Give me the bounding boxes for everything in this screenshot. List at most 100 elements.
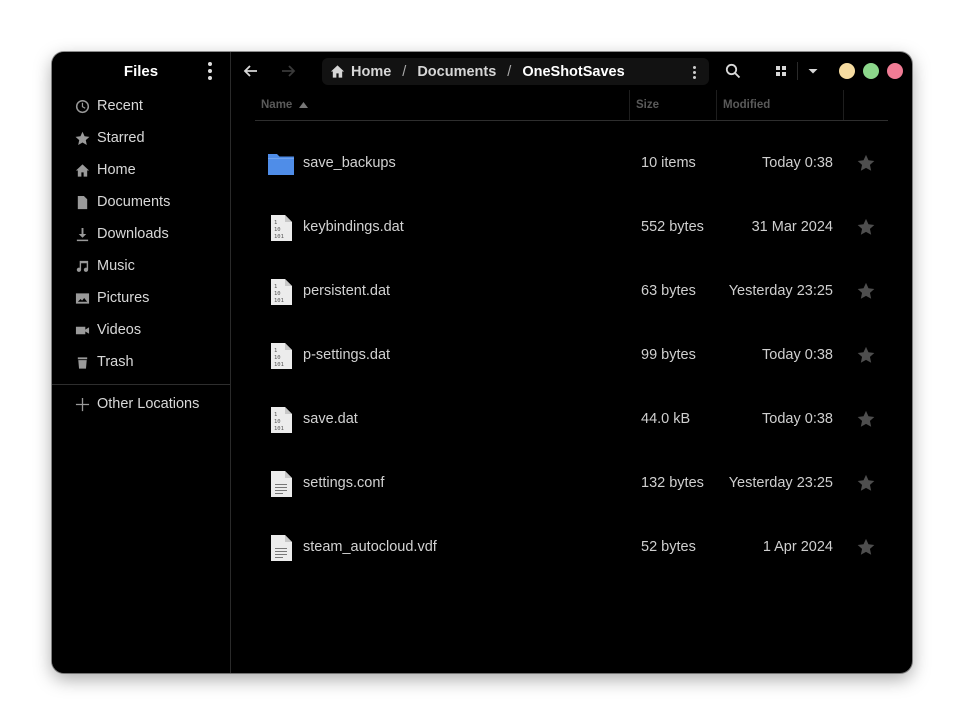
picture-icon: [74, 290, 90, 306]
svg-text:10: 10: [274, 355, 281, 361]
search-icon: [725, 63, 741, 79]
file-row[interactable]: steam_autocloud.vdf 52 bytes 1 Apr 2024: [255, 516, 888, 580]
star-toggle-button[interactable]: [857, 538, 875, 556]
svg-text:10: 10: [274, 419, 281, 425]
document-icon: [74, 194, 90, 210]
search-button[interactable]: [721, 60, 745, 82]
sidebar-item-pictures[interactable]: Pictures: [52, 282, 230, 314]
star-icon: [857, 410, 875, 427]
svg-text:1: 1: [274, 348, 277, 354]
star-toggle-button[interactable]: [857, 410, 875, 428]
svg-text:101: 101: [274, 362, 284, 368]
binary-file-icon: 1 10 101: [271, 343, 292, 369]
sidebar-item-music[interactable]: Music: [52, 250, 230, 282]
view-toggle-button[interactable]: [769, 60, 793, 82]
view-options-button[interactable]: [801, 60, 825, 82]
breadcrumb-current-folder[interactable]: OneShotSaves: [522, 64, 624, 80]
file-row[interactable]: 1 10 101 keybindings.dat 552 bytes 31 Mar…: [255, 196, 888, 260]
arrow-left-icon: [243, 65, 257, 77]
breadcrumb-home[interactable]: Home: [322, 64, 391, 80]
breadcrumb: Home / Documents / OneShotSaves: [322, 58, 709, 85]
column-header-name[interactable]: Name: [261, 99, 309, 111]
svg-text:10: 10: [274, 291, 281, 297]
breadcrumb-label: OneShotSaves: [522, 63, 625, 80]
sidebar-item-starred[interactable]: Starred: [52, 122, 230, 154]
sidebar-divider: [52, 384, 230, 385]
column-divider[interactable]: [843, 90, 844, 120]
file-manager-window: Files Recent Starred Home Documents Down…: [52, 52, 912, 673]
close-button[interactable]: [887, 63, 903, 79]
star-toggle-button[interactable]: [857, 346, 875, 364]
home-icon: [74, 162, 90, 178]
file-modified: Today 0:38: [762, 411, 833, 427]
minimize-button[interactable]: [839, 63, 855, 79]
column-header-label: Name: [261, 99, 293, 111]
header-bar: Home / Documents / OneShotSaves: [231, 52, 912, 90]
sidebar: Files Recent Starred Home Documents Down…: [52, 52, 231, 673]
sidebar-item-documents[interactable]: Documents: [52, 186, 230, 218]
file-name: save.dat: [303, 411, 358, 427]
svg-text:101: 101: [274, 298, 284, 304]
forward-button[interactable]: [276, 60, 300, 82]
folder-row[interactable]: save_backups 10 items Today 0:38: [255, 132, 888, 196]
vertical-dots-icon-dot: [692, 75, 696, 79]
folder-menu-button[interactable]: [691, 64, 697, 80]
star-toggle-button[interactable]: [857, 218, 875, 236]
sidebar-item-label: Documents: [97, 194, 171, 210]
star-icon: [857, 154, 875, 171]
svg-text:10: 10: [274, 227, 281, 233]
sidebar-item-label: Music: [97, 258, 135, 274]
sidebar-item-label: Pictures: [97, 290, 150, 306]
svg-text:101: 101: [274, 234, 284, 240]
arrow-right-icon: [282, 65, 296, 77]
home-icon: [330, 65, 345, 78]
file-size: 132 bytes: [641, 475, 704, 491]
star-toggle-button[interactable]: [857, 154, 875, 172]
sidebar-item-recent[interactable]: Recent: [52, 90, 230, 122]
column-header-label: Size: [636, 99, 660, 111]
sidebar-item-label: Home: [97, 162, 136, 178]
breadcrumb-label: Home: [351, 63, 392, 80]
star-icon: [857, 282, 875, 299]
sidebar-item-home[interactable]: Home: [52, 154, 230, 186]
text-file-icon: [271, 535, 292, 561]
view-divider: [797, 62, 798, 80]
star-icon: [857, 538, 875, 555]
file-row[interactable]: 1 10 101 p-settings.dat 99 bytes Today 0:…: [255, 324, 888, 388]
column-header-size[interactable]: Size: [636, 99, 659, 111]
file-modified: Today 0:38: [762, 155, 833, 171]
star-toggle-button[interactable]: [857, 282, 875, 300]
sidebar-item-label: Trash: [97, 354, 134, 370]
sidebar-item-trash[interactable]: Trash: [52, 346, 230, 378]
sidebar-item-other-locations[interactable]: Other Locations: [52, 388, 230, 420]
sidebar-item-label: Starred: [97, 130, 145, 146]
file-row[interactable]: settings.conf 132 bytes Yesterday 23:25: [255, 452, 888, 516]
column-divider[interactable]: [716, 90, 717, 120]
column-divider[interactable]: [629, 90, 630, 120]
breadcrumb-separator: /: [402, 63, 407, 80]
main-menu-button[interactable]: [204, 61, 216, 81]
file-modified: 31 Mar 2024: [751, 219, 833, 235]
sidebar-item-label: Downloads: [97, 226, 169, 242]
file-modified: Yesterday 23:25: [728, 283, 833, 299]
maximize-button[interactable]: [863, 63, 879, 79]
back-button[interactable]: [239, 60, 263, 82]
file-name: keybindings.dat: [303, 219, 404, 235]
music-icon: [74, 258, 90, 274]
vertical-dots-icon: [208, 62, 212, 66]
file-modified: 1 Apr 2024: [762, 539, 833, 555]
file-row[interactable]: 1 10 101 persistent.dat 63 bytes Yesterda…: [255, 260, 888, 324]
column-header-modified[interactable]: Modified: [723, 99, 770, 111]
vertical-dots-icon-dot: [692, 70, 696, 74]
sidebar-item-videos[interactable]: Videos: [52, 314, 230, 346]
file-row[interactable]: 1 10 101 save.dat 44.0 kB Today 0:38: [255, 388, 888, 452]
binary-file-icon: 1 10 101: [271, 279, 292, 305]
star-toggle-button[interactable]: [857, 474, 875, 492]
svg-text:1: 1: [274, 220, 277, 226]
sidebar-places: Recent Starred Home Documents Downloads …: [52, 90, 230, 420]
file-name: settings.conf: [303, 475, 385, 491]
text-file-icon: [271, 471, 292, 497]
sidebar-item-downloads[interactable]: Downloads: [52, 218, 230, 250]
breadcrumb-documents[interactable]: Documents: [417, 64, 496, 80]
star-icon: [857, 218, 875, 235]
